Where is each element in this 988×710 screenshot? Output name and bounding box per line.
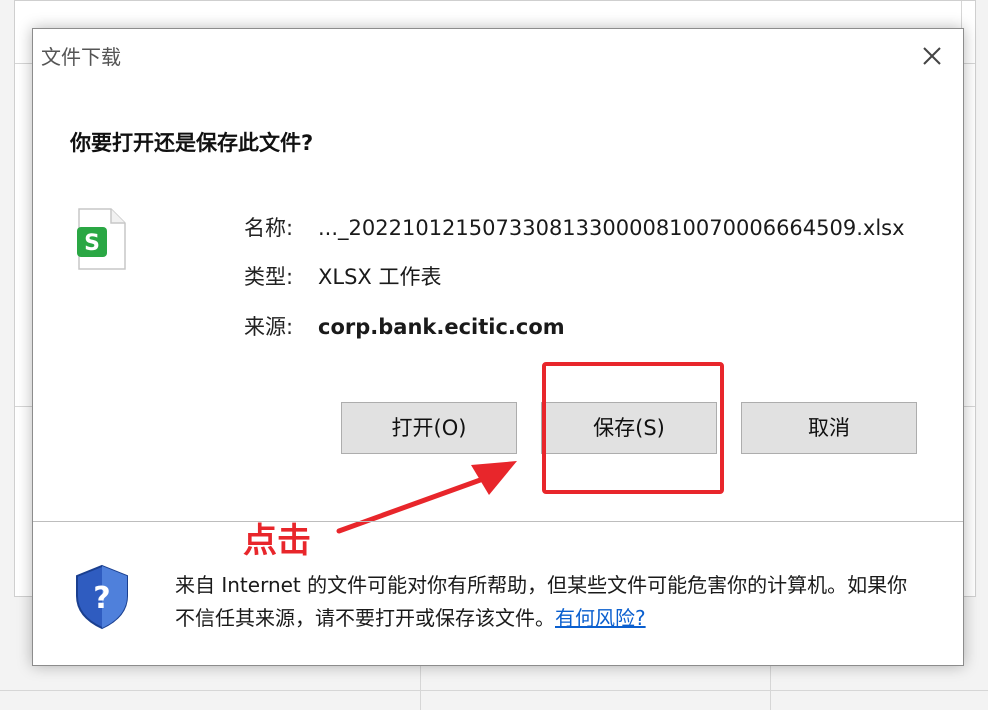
background-divider xyxy=(420,664,421,710)
xlsx-file-icon: S xyxy=(77,207,127,271)
file-type-value: XLSX 工作表 xyxy=(318,265,442,289)
file-name-value: ..._202210121507330813300008100700066645… xyxy=(318,216,905,240)
file-source-label: 来源: xyxy=(244,315,294,339)
close-button[interactable] xyxy=(913,37,951,75)
dialog-title: 文件下载 xyxy=(41,45,121,69)
shield-question-icon: ? xyxy=(75,564,129,630)
open-button[interactable]: 打开(O) xyxy=(341,402,517,454)
what-are-risks-link[interactable]: 有何风险? xyxy=(555,606,646,630)
annotation-arrow-icon xyxy=(336,461,517,534)
save-highlight-box xyxy=(542,362,724,494)
cancel-button[interactable]: 取消 xyxy=(741,402,917,454)
file-source-value: corp.bank.ecitic.com xyxy=(318,315,565,339)
file-type-row: 类型: XLSX 工作表 xyxy=(244,261,441,291)
background-divider xyxy=(770,664,771,710)
security-warning-text: 来自 Internet 的文件可能对你有所帮助，但某些文件可能危害你的计算机。如… xyxy=(175,573,908,630)
svg-text:?: ? xyxy=(93,581,110,616)
file-name-label: 名称: xyxy=(244,216,294,240)
background-divider xyxy=(0,690,988,691)
file-source-row: 来源: corp.bank.ecitic.com xyxy=(244,311,565,341)
close-icon xyxy=(923,47,941,65)
dialog-divider xyxy=(33,521,963,522)
svg-text:S: S xyxy=(84,231,100,256)
dialog-titlebar: 文件下载 xyxy=(33,29,963,79)
file-type-label: 类型: xyxy=(244,265,294,289)
security-warning: 来自 Internet 的文件可能对你有所帮助，但某些文件可能危害你的计算机。如… xyxy=(175,569,915,635)
file-download-dialog: 文件下载 你要打开还是保存此文件? S 名称: ..._2022101215073… xyxy=(32,28,964,666)
dialog-question: 你要打开还是保存此文件? xyxy=(70,131,314,155)
file-name-row: 名称: ..._202210121507330813300008100700066… xyxy=(244,212,905,242)
